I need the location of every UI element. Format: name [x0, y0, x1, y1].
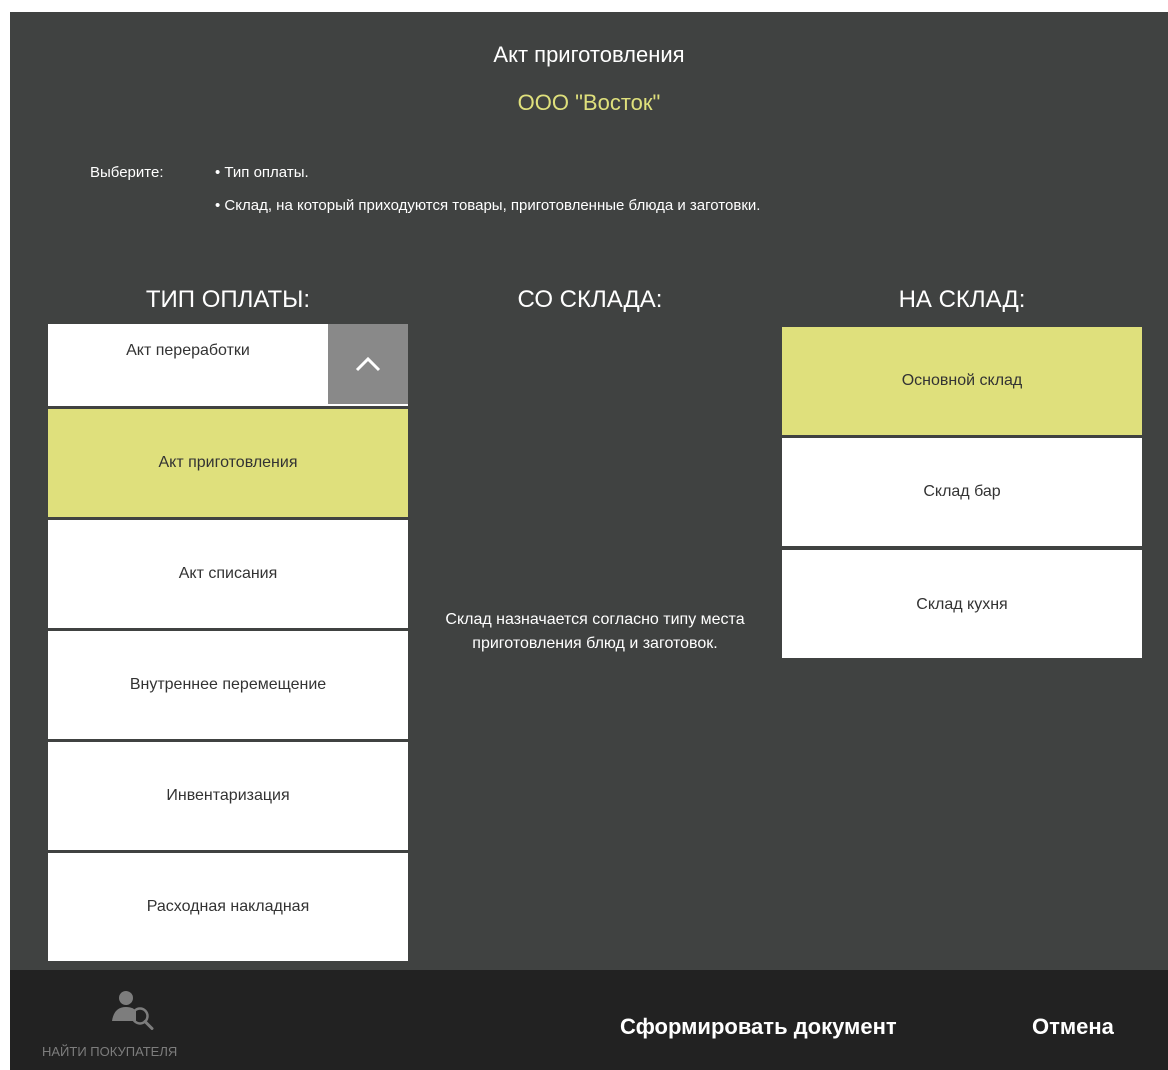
payment-type-label: Акт приготовления	[158, 454, 298, 471]
organization-name: ООО "Восток"	[517, 90, 661, 115]
payment-type-label: Инвентаризация	[166, 787, 290, 804]
payment-type-option[interactable]: Акт приготовления	[48, 409, 408, 517]
payment-type-option[interactable]: Внутреннее перемещение	[48, 631, 408, 739]
to-warehouse-heading: НА СКЛАД:	[898, 286, 1026, 313]
payment-type-label: Расходная накладная	[146, 898, 310, 915]
payment-type-label: Акт переработки	[126, 342, 250, 359]
bottom-toolbar: НАЙТИ ПОКУПАТЕЛЯ Сформировать документ О…	[10, 970, 1168, 1070]
warehouse-option[interactable]: Склад кухня	[782, 550, 1142, 658]
warehouse-label: Склад кухня	[916, 596, 1008, 613]
find-customer-label: НАЙТИ ПОКУПАТЕЛЯ	[42, 1044, 178, 1059]
warehouse-label: Склад бар	[923, 483, 1001, 500]
instruction-item: • Склад, на который приходуются товары, …	[215, 197, 761, 214]
chevron-up-icon	[355, 356, 381, 372]
warehouse-label: Основной склад	[901, 372, 1023, 389]
warehouse-option[interactable]: Склад бар	[782, 438, 1142, 546]
instructions-label: Выберите:	[90, 164, 164, 181]
scroll-up-button[interactable]	[328, 324, 408, 404]
from-warehouse-heading: СО СКЛАДА:	[517, 286, 663, 313]
payment-type-option[interactable]: Инвентаризация	[48, 742, 408, 850]
document-dialog: Акт приготовления ООО "Восток" Выберите:…	[10, 12, 1168, 970]
user-search-icon	[112, 991, 154, 1030]
payment-type-option[interactable]: Акт списания	[48, 520, 408, 628]
from-warehouse-note: Склад назначается согласно типу места пр…	[445, 611, 745, 652]
find-customer-button[interactable]: НАЙТИ ПОКУПАТЕЛЯ	[42, 988, 222, 1068]
cancel-button[interactable]: Отмена	[1032, 1014, 1114, 1040]
warehouse-option[interactable]: Основной склад	[782, 327, 1142, 435]
payment-type-option[interactable]: Расходная накладная	[48, 853, 408, 961]
document-title: Акт приготовления	[493, 42, 685, 67]
payment-type-heading: ТИП ОПЛАТЫ:	[145, 286, 311, 313]
instruction-item: • Тип оплаты.	[215, 164, 309, 181]
payment-type-label: Акт списания	[178, 565, 278, 582]
payment-type-label: Внутреннее перемещение	[129, 676, 327, 693]
create-document-button[interactable]: Сформировать документ	[620, 1014, 897, 1040]
